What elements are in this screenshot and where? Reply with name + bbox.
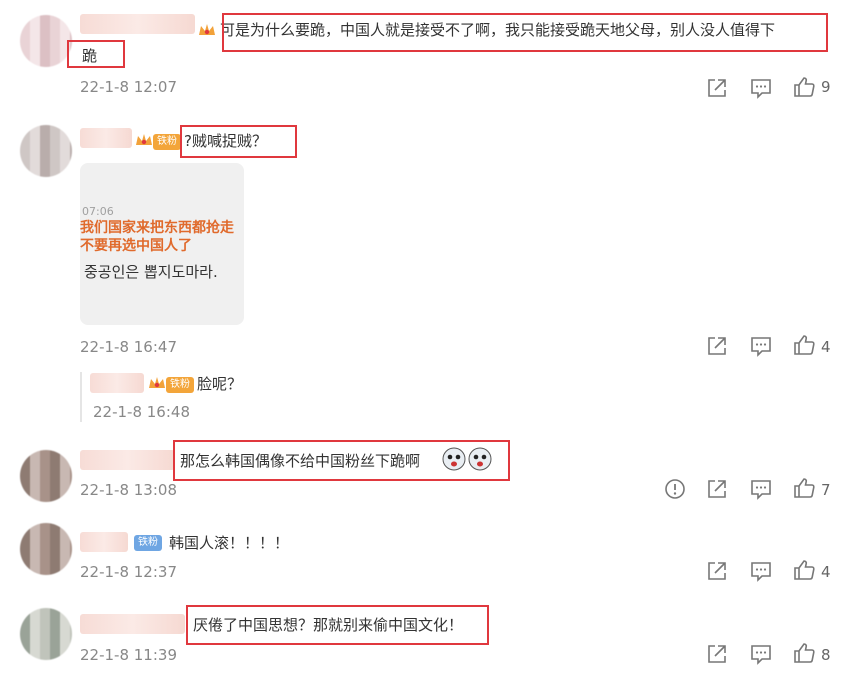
comment-icon[interactable] xyxy=(750,560,772,582)
thumbs-up-icon[interactable] xyxy=(793,334,815,356)
timestamp: 22-1-8 16:47 xyxy=(80,338,177,356)
username[interactable] xyxy=(80,614,185,634)
share-icon[interactable] xyxy=(706,478,728,500)
crown-icon xyxy=(149,377,165,388)
highlight-box xyxy=(180,125,297,158)
highlight-box xyxy=(173,440,510,481)
crown-icon xyxy=(199,24,215,35)
image-time: 07:06 xyxy=(82,205,114,218)
highlight-box xyxy=(67,40,125,68)
avatar[interactable] xyxy=(20,450,72,502)
highlight-box xyxy=(222,13,828,52)
thumbs-up-icon[interactable] xyxy=(793,559,815,581)
like-count: 4 xyxy=(821,338,831,356)
like-count: 7 xyxy=(821,481,831,499)
share-icon[interactable] xyxy=(706,560,728,582)
comment-icon[interactable] xyxy=(750,77,772,99)
username[interactable] xyxy=(80,532,128,552)
like-count: 8 xyxy=(821,646,831,664)
reply-text: 脸呢？ xyxy=(197,375,243,393)
share-icon[interactable] xyxy=(706,77,728,99)
fan-badge: 铁粉 xyxy=(134,535,162,551)
thumbs-up-icon[interactable] xyxy=(793,642,815,664)
like-count: 4 xyxy=(821,563,831,581)
image-korean-text: 중공인은 뽑지도마라. xyxy=(84,263,218,281)
username[interactable] xyxy=(90,373,144,393)
thumbs-up-icon[interactable] xyxy=(793,477,815,499)
username[interactable] xyxy=(80,14,195,34)
comment-icon[interactable] xyxy=(750,335,772,357)
timestamp: 22-1-8 16:48 xyxy=(93,403,190,421)
avatar[interactable] xyxy=(20,15,72,67)
highlight-box xyxy=(186,605,489,645)
fan-badge: 铁粉 xyxy=(153,134,181,150)
timestamp: 22-1-8 13:08 xyxy=(80,481,177,499)
crown-icon xyxy=(136,134,152,145)
thumbs-up-icon[interactable] xyxy=(793,76,815,98)
username[interactable] xyxy=(80,128,132,148)
timestamp: 22-1-8 12:07 xyxy=(80,78,177,96)
image-caption: 我们国家来把东西都抢走 不要再选中国人了 xyxy=(80,220,234,254)
comment-image[interactable]: 07:06 我们国家来把东西都抢走 不要再选中国人了 중공인은 뽑지도마라. xyxy=(80,163,244,325)
username[interactable] xyxy=(80,450,175,470)
timestamp: 22-1-8 11:39 xyxy=(80,646,177,664)
timestamp: 22-1-8 12:37 xyxy=(80,563,177,581)
fan-badge: 铁粉 xyxy=(166,377,194,393)
report-icon[interactable] xyxy=(664,478,686,500)
comment-text: 韩国人滚！！！！ xyxy=(169,534,290,552)
like-count: 9 xyxy=(821,78,831,96)
share-icon[interactable] xyxy=(706,643,728,665)
avatar[interactable] xyxy=(20,125,72,177)
reply-divider xyxy=(80,372,82,422)
avatar[interactable] xyxy=(20,608,72,660)
share-icon[interactable] xyxy=(706,335,728,357)
comment-icon[interactable] xyxy=(750,643,772,665)
avatar[interactable] xyxy=(20,523,72,575)
comment-icon[interactable] xyxy=(750,478,772,500)
